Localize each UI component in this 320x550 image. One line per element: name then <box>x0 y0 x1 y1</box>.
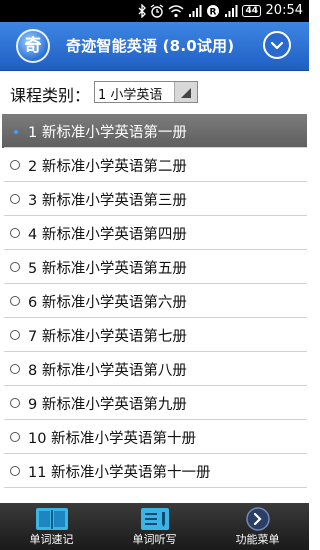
radio-button[interactable] <box>10 228 20 238</box>
course-label: 4 新标准小学英语第四册 <box>28 227 187 243</box>
row-background: 9 新标准小学英语第九册 <box>2 386 307 420</box>
app-logo[interactable]: 奇 <box>16 29 50 63</box>
row-background: 1 新标准小学英语第一册 <box>2 114 307 148</box>
bottom-tab-bar: 单词速记 单词听写 功能菜单 <box>0 503 309 550</box>
row-background: 10 新标准小学英语第十册 <box>2 420 307 454</box>
course-list-item[interactable]: 11 新标准小学英语第十一册 <box>2 454 307 488</box>
course-list-item[interactable]: 10 新标准小学英语第十册 <box>2 420 307 454</box>
row-background: 6 新标准小学英语第六册 <box>2 284 307 318</box>
course-list-item[interactable]: 5 新标准小学英语第五册 <box>2 250 307 284</box>
course-list-item[interactable]: 3 新标准小学英语第三册 <box>2 182 307 216</box>
course-list: 1 新标准小学英语第一册 2 新标准小学英语第二册 3 新标准小学英语第三册 4 新标… <box>0 114 309 488</box>
r-badge-icon: R <box>207 5 220 18</box>
tab-word-dictation[interactable]: 单词听写 <box>103 503 206 550</box>
course-list-item[interactable]: 9 新标准小学英语第九册 <box>2 386 307 420</box>
course-label: 11 新标准小学英语第十一册 <box>28 465 211 481</box>
tab-label: 单词听写 <box>132 533 177 546</box>
chevron-down-icon <box>270 41 284 50</box>
row-background: 2 新标准小学英语第二册 <box>2 148 307 182</box>
course-list-item[interactable]: 2 新标准小学英语第二册 <box>2 148 307 182</box>
course-label: 2 新标准小学英语第二册 <box>28 159 187 175</box>
course-list-item[interactable]: 6 新标准小学英语第六册 <box>2 284 307 318</box>
course-label: 10 新标准小学英语第十册 <box>28 431 197 447</box>
course-list-item[interactable]: 8 新标准小学英语第八册 <box>2 352 307 386</box>
radio-button[interactable] <box>10 432 20 442</box>
signal-2-icon <box>225 5 238 17</box>
row-background: 7 新标准小学英语第七册 <box>2 318 307 352</box>
select-arrow-icon <box>174 82 197 102</box>
app-header: 奇 奇迹智能英语 (8.0试用) <box>0 22 309 71</box>
app-title: 奇迹智能英语 (8.0试用) <box>66 37 235 55</box>
course-label: 8 新标准小学英语第八册 <box>28 363 187 379</box>
tab-label: 单词速记 <box>29 533 74 546</box>
radio-button[interactable] <box>10 262 20 272</box>
status-bar: R 44 20:54 <box>0 0 309 22</box>
radio-button[interactable] <box>10 398 20 408</box>
alarm-icon <box>151 4 164 18</box>
notepad-pen-icon <box>140 508 169 530</box>
radio-button[interactable] <box>10 466 20 476</box>
radio-button[interactable] <box>10 194 20 204</box>
course-label: 1 新标准小学英语第一册 <box>28 125 187 141</box>
category-row: 课程类别： 1 小学英语 <box>0 70 309 112</box>
tab-function-menu[interactable]: 功能菜单 <box>206 503 309 550</box>
battery-icon: 44 <box>242 5 261 17</box>
bluetooth-icon <box>139 4 147 18</box>
radio-button[interactable] <box>10 160 20 170</box>
tab-label: 功能菜单 <box>235 533 280 546</box>
course-label: 7 新标准小学英语第七册 <box>28 329 187 345</box>
status-icons: R 44 <box>138 3 261 19</box>
row-background: 3 新标准小学英语第三册 <box>2 182 307 216</box>
row-background: 8 新标准小学英语第八册 <box>2 352 307 386</box>
clock: 20:54 <box>265 3 303 18</box>
category-select-value: 1 小学英语 <box>98 88 163 103</box>
course-label: 5 新标准小学英语第五册 <box>28 261 187 277</box>
svg-text:R: R <box>210 8 217 18</box>
radio-button[interactable] <box>10 330 20 340</box>
radio-button[interactable] <box>10 126 20 136</box>
radio-button[interactable] <box>10 364 20 374</box>
row-background: 11 新标准小学英语第十一册 <box>2 454 307 488</box>
course-label: 6 新标准小学英语第六册 <box>28 295 187 311</box>
dropdown-menu-button[interactable] <box>263 31 291 59</box>
course-list-item[interactable]: 1 新标准小学英语第一册 <box>2 114 307 148</box>
row-background: 5 新标准小学英语第五册 <box>2 250 307 284</box>
category-select[interactable]: 1 小学英语 <box>94 81 198 103</box>
course-list-item[interactable]: 4 新标准小学英语第四册 <box>2 216 307 250</box>
divider <box>4 487 307 488</box>
radio-button[interactable] <box>10 296 20 306</box>
menu-arrow-icon <box>245 507 270 531</box>
course-list-item[interactable]: 7 新标准小学英语第七册 <box>2 318 307 352</box>
category-label: 课程类别： <box>10 86 91 105</box>
tab-word-memorize[interactable]: 单词速记 <box>0 503 103 550</box>
course-label: 9 新标准小学英语第九册 <box>28 397 187 413</box>
wifi-icon <box>169 5 184 18</box>
signal-icon <box>189 5 202 17</box>
book-icon <box>35 508 68 530</box>
course-label: 3 新标准小学英语第三册 <box>28 193 187 209</box>
row-background: 4 新标准小学英语第四册 <box>2 216 307 250</box>
